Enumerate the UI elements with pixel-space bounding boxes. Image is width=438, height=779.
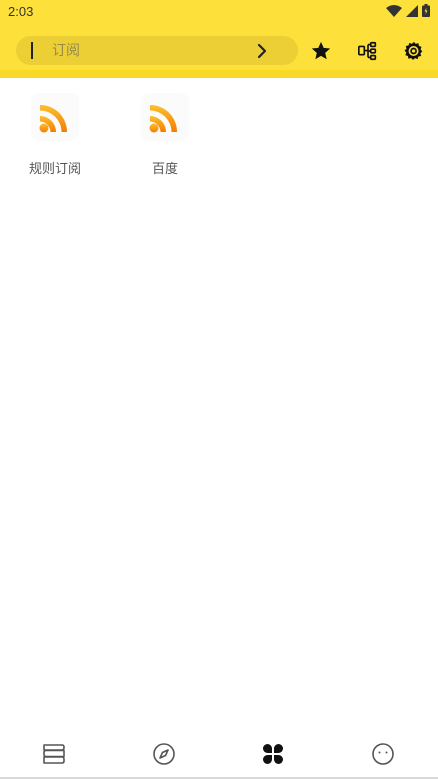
- bookshelf-icon[interactable]: [42, 742, 66, 766]
- search-input[interactable]: [40, 36, 260, 65]
- status-bar: 2:03: [0, 0, 438, 24]
- status-time: 2:03: [8, 4, 34, 19]
- cell-signal-icon: [406, 4, 418, 17]
- status-icons: [386, 4, 430, 17]
- clover-icon[interactable]: [261, 742, 285, 766]
- text-caret: [31, 42, 33, 59]
- battery-icon: [422, 4, 430, 17]
- face-icon[interactable]: [371, 742, 395, 766]
- subscription-label: 规则订阅: [28, 162, 81, 177]
- rule-sources-icon[interactable]: [356, 39, 380, 63]
- bottom-navigation: [0, 731, 438, 777]
- star-icon[interactable]: [309, 39, 333, 63]
- settings-icon[interactable]: [402, 39, 426, 63]
- compass-icon[interactable]: [152, 742, 176, 766]
- rss-icon: [31, 93, 79, 141]
- subscription-item[interactable]: 百度: [110, 78, 220, 178]
- subscription-label: 百度: [151, 162, 178, 177]
- top-app-bar: [0, 24, 438, 78]
- rss-icon: [141, 93, 189, 141]
- subscription-item[interactable]: 规则订阅: [0, 78, 110, 178]
- wifi-icon: [386, 4, 402, 17]
- go-arrow-icon[interactable]: [254, 43, 270, 59]
- top-bar-shadow: [0, 70, 438, 78]
- search-bar[interactable]: [16, 36, 298, 65]
